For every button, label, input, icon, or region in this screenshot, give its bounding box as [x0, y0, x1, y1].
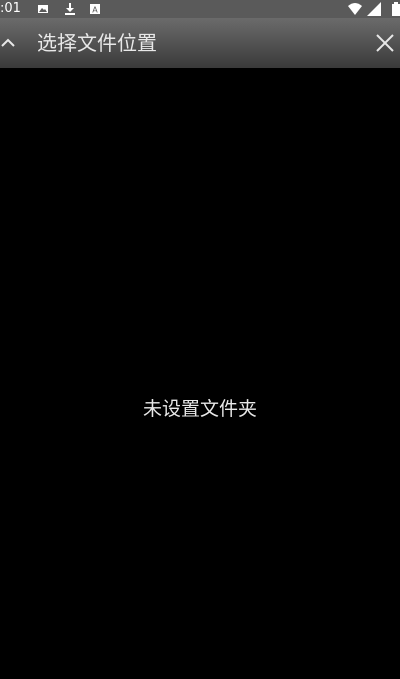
svg-text:A: A: [92, 6, 98, 15]
empty-folder-message: 未设置文件夹: [142, 398, 257, 420]
image-icon: [38, 5, 48, 13]
status-bar: :01 A: [0, 0, 400, 18]
wifi-icon: [348, 3, 362, 15]
battery-icon: [392, 2, 400, 16]
signal-icon: [367, 2, 381, 16]
keyboard-icon: A: [90, 4, 100, 15]
chevron-up-icon[interactable]: [0, 33, 16, 53]
title-bar: 选择文件位置: [0, 18, 400, 68]
page-title: 选择文件位置: [37, 31, 157, 55]
close-icon[interactable]: [374, 32, 396, 54]
download-icon: [65, 3, 75, 15]
status-time: :01: [0, 1, 21, 16]
